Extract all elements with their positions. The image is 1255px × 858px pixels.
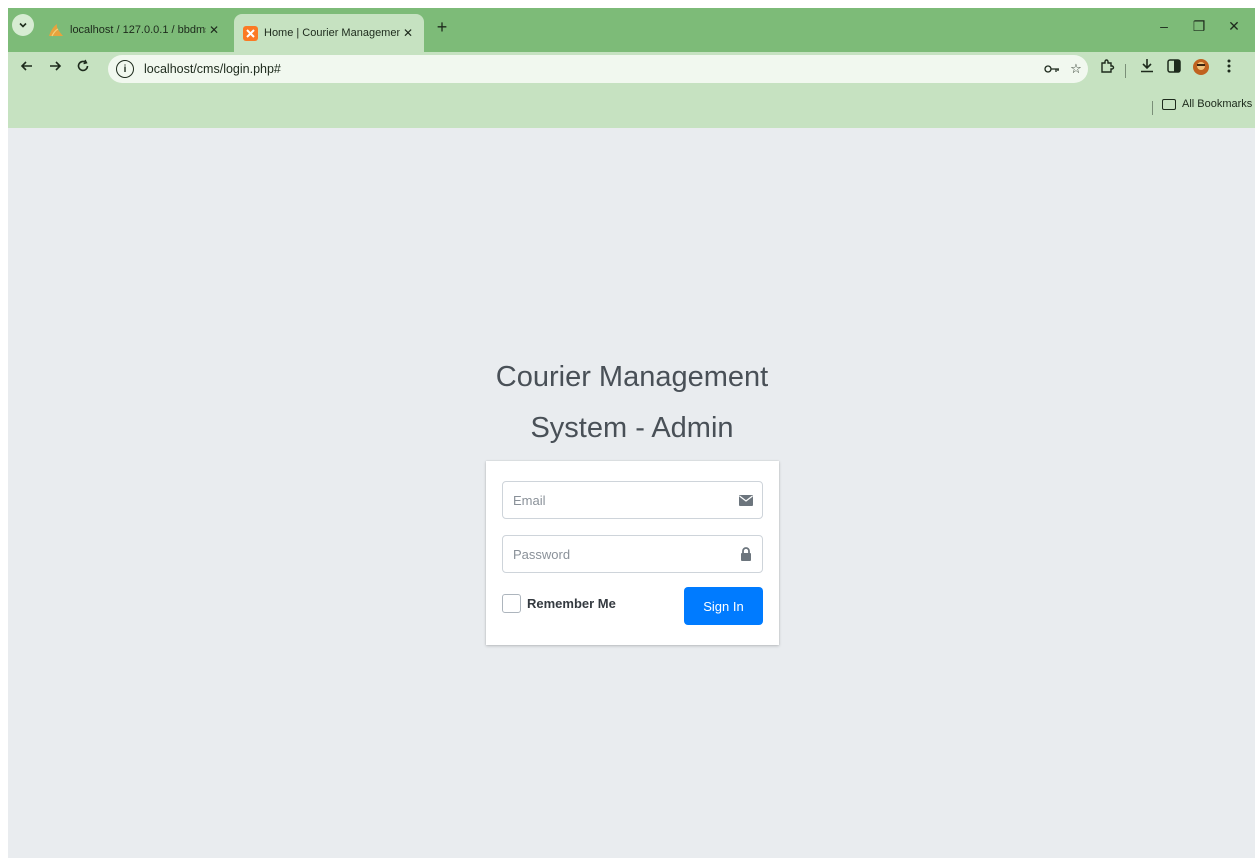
tab-search-chevron-icon[interactable] xyxy=(12,14,34,36)
checkbox-box[interactable] xyxy=(502,594,521,613)
bookmarks-bar: All Bookmarks xyxy=(8,86,1255,128)
remember-me-label[interactable]: Remember Me xyxy=(527,596,616,611)
browser-window: localhost / 127.0.0.1 / bbdms | p ✕ Home… xyxy=(8,8,1255,858)
bookmarks-divider xyxy=(1152,101,1153,115)
extensions-puzzle-icon[interactable] xyxy=(1096,58,1118,80)
browser-toolbar: i localhost/cms/login.php# ☆ xyxy=(8,52,1255,86)
all-bookmarks-label: All Bookmarks xyxy=(1182,98,1253,110)
password-input-group xyxy=(502,535,763,573)
login-title-line1: Courier Management xyxy=(495,361,769,393)
minimize-button[interactable]: – xyxy=(1149,18,1179,34)
login-card: Remember Me Sign In xyxy=(486,461,779,645)
tab-close-icon[interactable]: ✕ xyxy=(206,23,222,37)
bookmark-star-icon[interactable]: ☆ xyxy=(1064,61,1088,77)
email-input[interactable] xyxy=(503,482,730,518)
tab-phpmyadmin[interactable]: localhost / 127.0.0.1 / bbdms | p ✕ xyxy=(40,12,230,48)
url-text[interactable]: localhost/cms/login.php# xyxy=(144,62,1040,76)
login-title: Courier Management System - Admin xyxy=(482,352,782,454)
restore-button[interactable]: ❐ xyxy=(1184,18,1214,35)
folder-icon xyxy=(1162,98,1176,110)
page-content: Courier Management System - Admin Rememb… xyxy=(8,128,1255,858)
browser-menu-icon[interactable] xyxy=(1218,58,1240,80)
lock-icon xyxy=(730,547,762,561)
toolbar-divider xyxy=(1125,64,1126,78)
tab-close-icon[interactable]: ✕ xyxy=(400,26,416,40)
site-info-icon[interactable]: i xyxy=(116,60,134,78)
address-bar[interactable]: i localhost/cms/login.php# ☆ xyxy=(108,55,1088,83)
all-bookmarks-button[interactable]: All Bookmarks xyxy=(1162,98,1252,110)
envelope-icon xyxy=(730,494,762,506)
password-input[interactable] xyxy=(503,536,730,572)
xampp-favicon-icon xyxy=(242,25,258,41)
close-window-button[interactable]: ✕ xyxy=(1219,18,1249,35)
sign-in-button[interactable]: Sign In xyxy=(684,587,763,625)
download-icon[interactable] xyxy=(1136,58,1158,80)
tab-title: Home | Courier Management Sy xyxy=(264,27,400,39)
email-input-group xyxy=(502,481,763,519)
login-title-line2: System - Admin xyxy=(530,412,734,444)
phpmyadmin-favicon-icon xyxy=(48,22,64,38)
remember-me-checkbox[interactable]: Remember Me xyxy=(502,594,616,613)
side-panel-icon[interactable] xyxy=(1163,58,1185,80)
tab-courier-home[interactable]: Home | Courier Management Sy ✕ xyxy=(234,14,424,52)
back-arrow-icon[interactable] xyxy=(16,58,38,80)
tab-title: localhost / 127.0.0.1 / bbdms | p xyxy=(70,24,206,36)
tab-strip: localhost / 127.0.0.1 / bbdms | p ✕ Home… xyxy=(8,8,1255,52)
new-tab-button[interactable]: + xyxy=(432,18,452,38)
reload-icon[interactable] xyxy=(72,58,94,80)
forward-arrow-icon[interactable] xyxy=(44,58,66,80)
profile-avatar-icon[interactable] xyxy=(1190,58,1212,80)
password-key-icon[interactable] xyxy=(1040,62,1064,77)
